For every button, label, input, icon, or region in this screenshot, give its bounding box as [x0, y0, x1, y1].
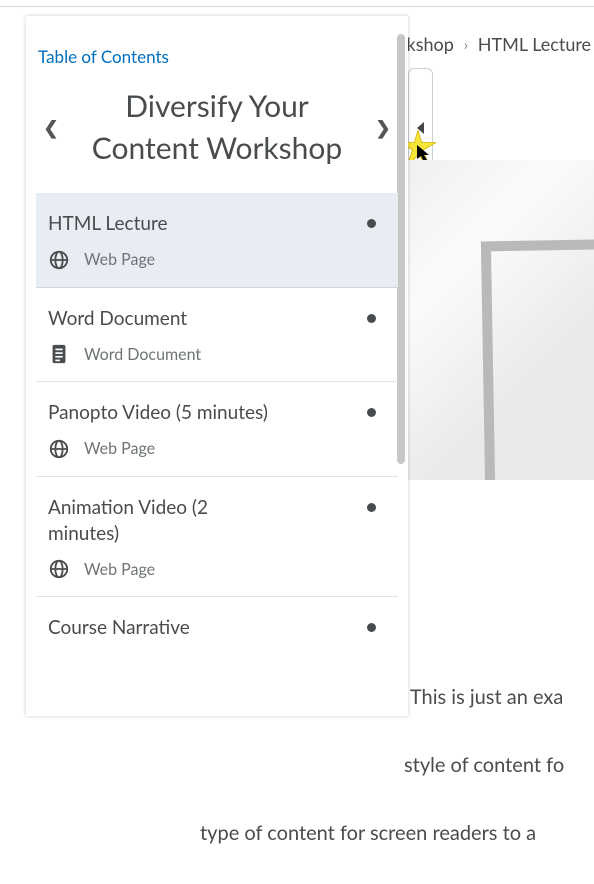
toc-item-course-narrative[interactable]: Course Narrative [36, 597, 398, 671]
toc-item-word-document[interactable]: Word Document Word Document [36, 288, 398, 383]
status-dot-icon [367, 503, 376, 512]
toc-item-animation-video[interactable]: Animation Video (2 minutes) Web Page [36, 477, 398, 597]
next-unit-button[interactable]: ❯ [368, 107, 398, 147]
breadcrumb-current: HTML Lecture [478, 33, 591, 55]
prev-unit-button[interactable]: ❮ [36, 107, 66, 147]
status-dot-icon [367, 408, 376, 417]
breadcrumb: rkshop › HTML Lecture [400, 30, 591, 58]
toc-item-title: Animation Video (2 minutes) [48, 495, 278, 546]
globe-icon [48, 438, 70, 460]
toc-items: HTML Lecture Web Page Word Document Word… [36, 193, 398, 671]
toc-link[interactable]: Table of Contents [38, 46, 169, 67]
content-hero-image [408, 160, 594, 480]
triangle-left-icon [417, 122, 424, 134]
toc-item-title: HTML Lecture [48, 211, 278, 237]
status-dot-icon [367, 623, 376, 632]
document-icon [48, 343, 70, 365]
body-line-2: style of content fo [200, 748, 594, 782]
chevron-right-icon: › [464, 36, 468, 53]
chevron-left-icon: ❮ [43, 116, 58, 139]
globe-icon [48, 249, 70, 271]
body-line-3: type of content for screen readers to a [200, 816, 594, 850]
toc-item-type: Web Page [84, 439, 155, 458]
toc-item-title: Word Document [48, 306, 278, 332]
course-title: Diversify Your Content Workshop [72, 85, 362, 169]
globe-icon [48, 558, 70, 580]
breadcrumb-prev-fragment[interactable]: rkshop [400, 33, 454, 55]
toc-panel: Table of Contents ❮ Diversify Your Conte… [26, 16, 408, 716]
status-dot-icon [367, 314, 376, 323]
top-border [0, 6, 594, 7]
decorative-frame [481, 239, 594, 480]
chevron-right-icon: ❯ [375, 116, 390, 139]
toc-item-title: Course Narrative [48, 615, 278, 641]
status-dot-icon [367, 219, 376, 228]
toc-item-type: Web Page [84, 560, 155, 579]
toc-item-type: Web Page [84, 250, 155, 269]
toc-item-panopto-video[interactable]: Panopto Video (5 minutes) Web Page [36, 382, 398, 477]
course-nav: ❮ Diversify Your Content Workshop ❯ [36, 85, 398, 169]
toc-item-title: Panopto Video (5 minutes) [48, 400, 278, 426]
toc-item-type: Word Document [84, 345, 201, 364]
toc-item-html-lecture[interactable]: HTML Lecture Web Page [36, 193, 398, 288]
